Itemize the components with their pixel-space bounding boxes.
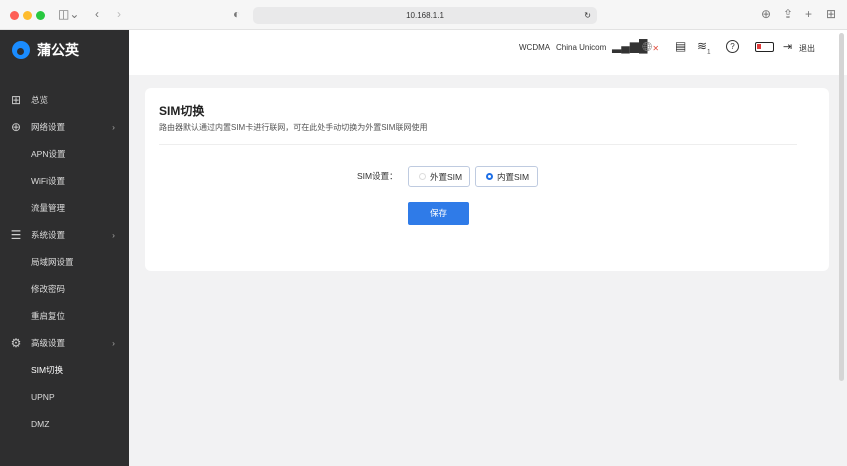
sim-setting-label: SIM设置： [357, 171, 398, 181]
top-header: WCDMA China Unicom ▂▄▆█ 🌐︎✕ ▤ ≋1 ? ⇥ 退出 [129, 30, 847, 75]
logout-link[interactable]: 退出 [799, 43, 815, 54]
sidebar-item-apn[interactable]: APN设置 [0, 140, 129, 167]
sidebar-item-dmz[interactable]: DMZ [0, 410, 129, 437]
label: 重启复位 [31, 310, 66, 321]
network-type: WCDMA [519, 43, 551, 52]
radio-external-sim[interactable]: 外置SIM [408, 166, 470, 187]
radio-checked-icon [486, 173, 493, 180]
download-icon[interactable]: ⊕ [761, 7, 771, 21]
label: APN设置 [31, 148, 66, 159]
sidebar-item-traffic[interactable]: 流量管理 [0, 194, 129, 221]
sim-card-icon: ▤ [675, 39, 687, 53]
battery-low-icon [755, 42, 774, 52]
sidebar-item-network[interactable]: ⊕ 网络设置 › [0, 113, 129, 140]
zoom-window-button[interactable] [36, 11, 45, 20]
chevron-right-icon: › [112, 121, 115, 132]
privacy-shield-icon[interactable]: ◐ [233, 7, 240, 21]
label: 网络设置 [31, 121, 66, 132]
reload-icon[interactable]: ↻ [584, 7, 591, 24]
radio-unchecked-icon [419, 173, 426, 180]
label: 修改密码 [31, 283, 66, 294]
globe-icon: ⊕ [10, 119, 22, 134]
internet-disconnected-icon: 🌐︎✕ [642, 39, 660, 54]
label: UPNP [31, 391, 55, 402]
save-button[interactable]: 保存 [408, 202, 469, 225]
tab-overview-icon[interactable]: ⊞ [826, 7, 836, 21]
sidebar-toggle-icon[interactable]: ◫⌄ [58, 7, 79, 21]
label: WiFi设置 [31, 175, 65, 186]
url-text: 10.168.1.1 [406, 11, 444, 20]
label: DMZ [31, 418, 50, 429]
logo-icon [12, 41, 30, 59]
logout-icon[interactable]: ⇥ [783, 40, 792, 53]
help-icon[interactable]: ? [726, 40, 739, 53]
sidebar-item-wifi[interactable]: WiFi设置 [0, 167, 129, 194]
back-icon[interactable]: ‹ [95, 7, 99, 21]
wifi-icon: ≋1 [697, 39, 711, 56]
page-title: SIM切换 [159, 104, 205, 118]
label: 外置SIM [430, 171, 463, 182]
sidebar-item-reboot[interactable]: 重启复位 [0, 302, 129, 329]
label: 高级设置 [31, 337, 66, 348]
carrier-name: China Unicom [556, 43, 607, 52]
browser-toolbar: ◫⌄ ‹ › ◐ 10.168.1.1 ↻ ⊕ ⇪ + ⊞ [0, 0, 847, 30]
new-tab-icon[interactable]: + [805, 7, 812, 21]
label: 流量管理 [31, 202, 66, 213]
brand-name: 蒲公英 [37, 42, 79, 58]
share-icon[interactable]: ⇪ [783, 7, 793, 21]
sidebar-item-overview[interactable]: ⊞ 总览 [0, 86, 129, 113]
forward-icon[interactable]: › [117, 7, 121, 21]
minimize-window-button[interactable] [23, 11, 32, 20]
chevron-right-icon: › [112, 337, 115, 348]
label: 总览 [31, 94, 49, 105]
address-bar[interactable]: 10.168.1.1 ↻ [253, 7, 597, 24]
close-window-button[interactable] [10, 11, 19, 20]
label: 局域网设置 [31, 256, 74, 267]
wifi-client-count: 1 [707, 49, 711, 56]
sidebar-item-system[interactable]: ☰ 系统设置 › [0, 221, 129, 248]
divider [159, 144, 797, 145]
sidebar: 蒲公英 ⊞ 总览 ⊕ 网络设置 › APN设置 WiFi设置 流量管理 ☰ 系统设置 › … [0, 30, 129, 466]
scrollbar[interactable] [839, 33, 844, 381]
sliders-icon: ☰ [10, 227, 22, 242]
brand-logo: 蒲公英 [12, 40, 79, 60]
label: SIM切换 [31, 364, 64, 375]
sidebar-item-password[interactable]: 修改密码 [0, 275, 129, 302]
label: 内置SIM [497, 171, 530, 182]
label: 系统设置 [31, 229, 66, 240]
sidebar-item-upnp[interactable]: UPNP [0, 383, 129, 410]
grid-icon: ⊞ [10, 92, 22, 107]
sidebar-item-advanced[interactable]: ⚙ 高级设置 › [0, 329, 129, 356]
sidebar-item-sim-switch[interactable]: SIM切换 [0, 356, 129, 383]
sim-switch-card: SIM切换 路由器默认通过内置SIM卡进行联网，可在此处手动切换为外置SIM联网… [145, 88, 829, 271]
sidebar-item-lan[interactable]: 局域网设置 [0, 248, 129, 275]
radio-internal-sim[interactable]: 内置SIM [475, 166, 538, 187]
page-description: 路由器默认通过内置SIM卡进行联网，可在此处手动切换为外置SIM联网使用 [159, 123, 428, 132]
chevron-right-icon: › [112, 229, 115, 240]
gear-icon: ⚙ [10, 335, 22, 350]
